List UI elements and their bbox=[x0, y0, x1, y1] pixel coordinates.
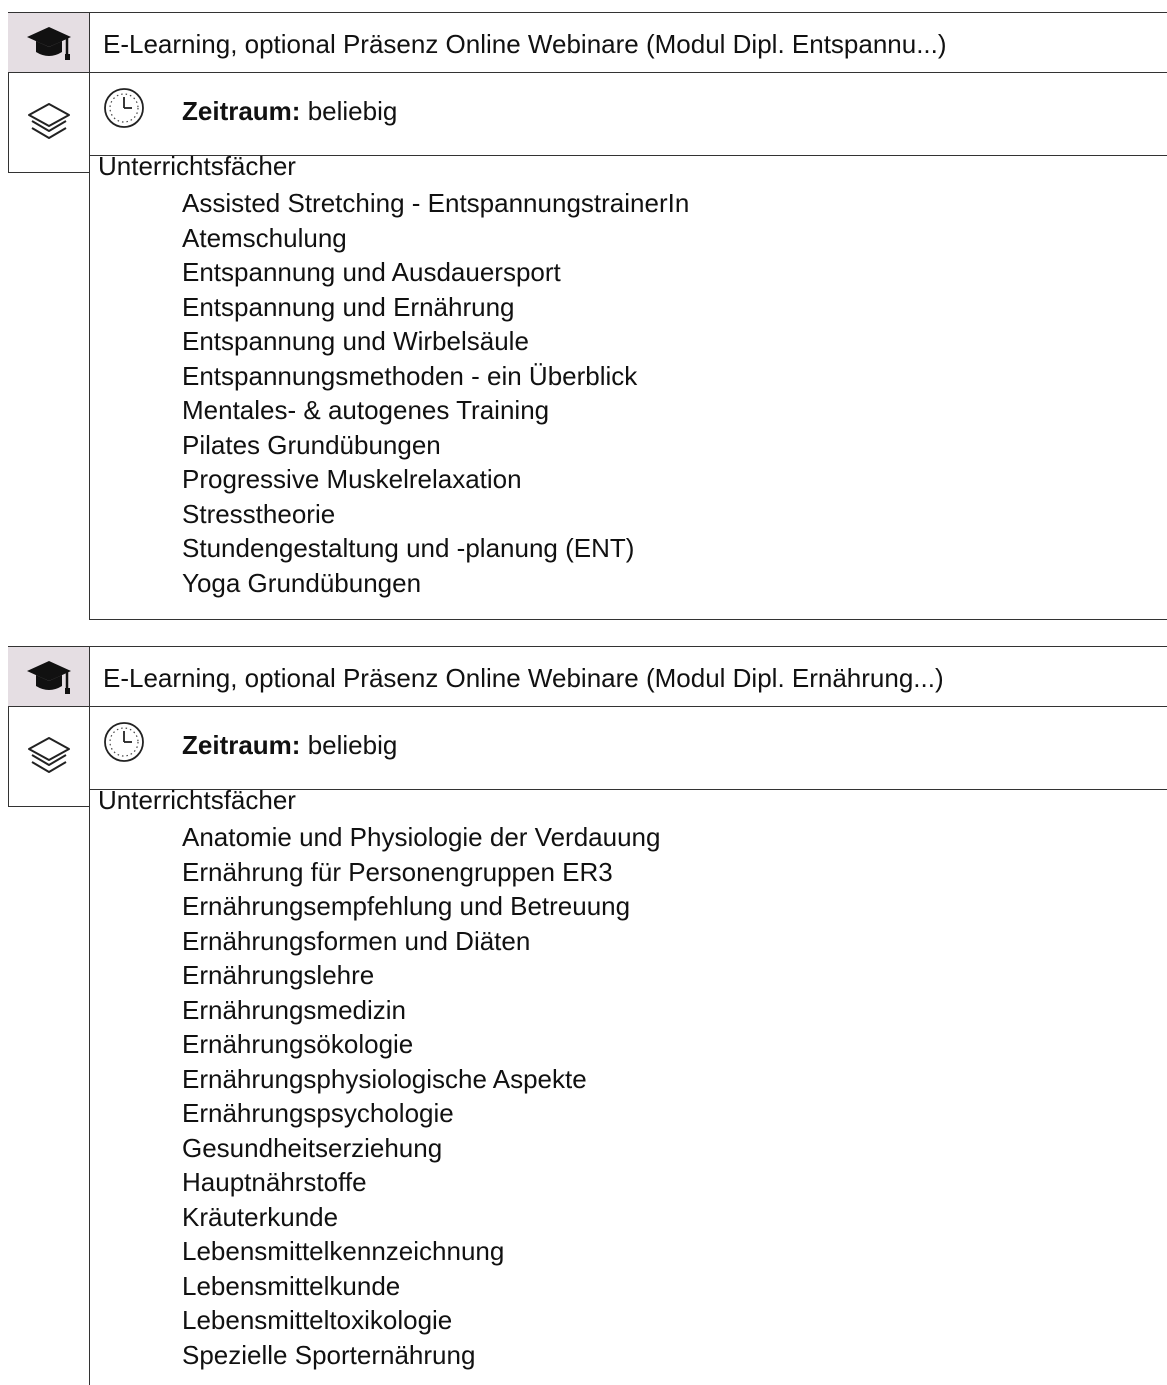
module-card: E-Learning, optional Präsenz Online Webi… bbox=[0, 0, 1167, 620]
module-title: E-Learning, optional Präsenz Online Webi… bbox=[103, 29, 947, 59]
subject-item: Stundengestaltung und -planung (ENT) bbox=[182, 533, 635, 563]
clock-icon bbox=[104, 88, 144, 128]
module-title: E-Learning, optional Präsenz Online Webi… bbox=[103, 663, 944, 693]
subject-item: Gesundheitserziehung bbox=[182, 1132, 443, 1163]
module-card: E-Learning, optional Präsenz Online Webi… bbox=[0, 634, 1167, 1385]
clock-icon bbox=[104, 722, 144, 762]
subject-item: Ernährungslehre bbox=[182, 960, 375, 990]
subject-item: Atemschulung bbox=[182, 222, 347, 253]
mode-icon-cell bbox=[8, 13, 89, 72]
subjects-heading: Unterrichtsfächer bbox=[98, 151, 296, 181]
subjects-list: Anatomie und Physiologie der Verdauung E… bbox=[182, 820, 660, 1372]
subject-item: Hauptnährstoffe bbox=[182, 1167, 367, 1197]
subject-item: Stresstheorie bbox=[182, 498, 336, 529]
subject-item: Lebensmitteltoxikologie bbox=[182, 1305, 453, 1335]
subject-item: Ernährung für Personengruppen ER3 bbox=[182, 856, 613, 887]
period-row: Zeitraum: beliebig bbox=[182, 730, 397, 761]
subject-item: Lebensmittelkennzeichnung bbox=[182, 1236, 505, 1266]
subject-item: Entspannung und Ernährung bbox=[182, 291, 515, 322]
subject-item: Pilates Grundübungen bbox=[182, 429, 441, 460]
subject-item: Mentales- & autogenes Training bbox=[182, 395, 550, 425]
divider bbox=[8, 706, 1167, 707]
subject-item: Progressive Muskelrelaxation bbox=[182, 464, 522, 494]
subjects-heading: Unterrichtsfächer bbox=[98, 785, 296, 815]
subjects-list: Assisted Stretching - Entspannungstraine… bbox=[182, 186, 689, 600]
layers-icon bbox=[27, 736, 70, 773]
divider bbox=[8, 12, 1167, 13]
subject-item: Ernährungsformen und Diäten bbox=[182, 925, 531, 956]
divider bbox=[89, 619, 1167, 620]
subject-item: Anatomie und Physiologie der Verdauung bbox=[182, 822, 661, 852]
category-icon-cell bbox=[8, 73, 89, 172]
period-label: Zeitraum: bbox=[182, 96, 301, 126]
subject-item: Assisted Stretching - Entspannungstraine… bbox=[182, 188, 690, 218]
subject-item: Yoga Grundübungen bbox=[182, 567, 422, 598]
period-label: Zeitraum: bbox=[182, 730, 301, 760]
subject-item: Entspannung und Ausdauersport bbox=[182, 257, 561, 287]
period-value: beliebig bbox=[307, 730, 398, 760]
subject-item: Ernährungspsychologie bbox=[182, 1098, 454, 1128]
subject-item: Ernährungsphysiologische Aspekte bbox=[182, 1063, 587, 1094]
period-row: Zeitraum: beliebig bbox=[182, 96, 397, 127]
divider bbox=[8, 72, 1167, 73]
category-icon-cell bbox=[8, 707, 89, 806]
subject-item: Entspannungsmethoden - ein Überblick bbox=[182, 360, 638, 391]
subject-item: Spezielle Sporternährung bbox=[182, 1339, 476, 1370]
divider bbox=[89, 646, 90, 1385]
divider bbox=[8, 646, 1167, 647]
subject-item: Ernährungsökologie bbox=[182, 1029, 414, 1059]
divider bbox=[89, 12, 90, 620]
subject-item: Entspannung und Wirbelsäule bbox=[182, 326, 529, 356]
divider bbox=[8, 172, 89, 173]
mode-icon-cell bbox=[8, 647, 89, 706]
subject-item: Lebensmittelkunde bbox=[182, 1270, 401, 1301]
layers-icon bbox=[27, 102, 70, 139]
subject-item: Ernährungsempfehlung und Betreuung bbox=[182, 891, 631, 921]
subject-item: Ernährungsmedizin bbox=[182, 994, 407, 1025]
graduation-cap-icon bbox=[26, 660, 71, 694]
divider bbox=[8, 806, 89, 807]
period-value: beliebig bbox=[307, 96, 398, 126]
graduation-cap-icon bbox=[26, 26, 71, 60]
subject-item: Kräuterkunde bbox=[182, 1201, 339, 1232]
